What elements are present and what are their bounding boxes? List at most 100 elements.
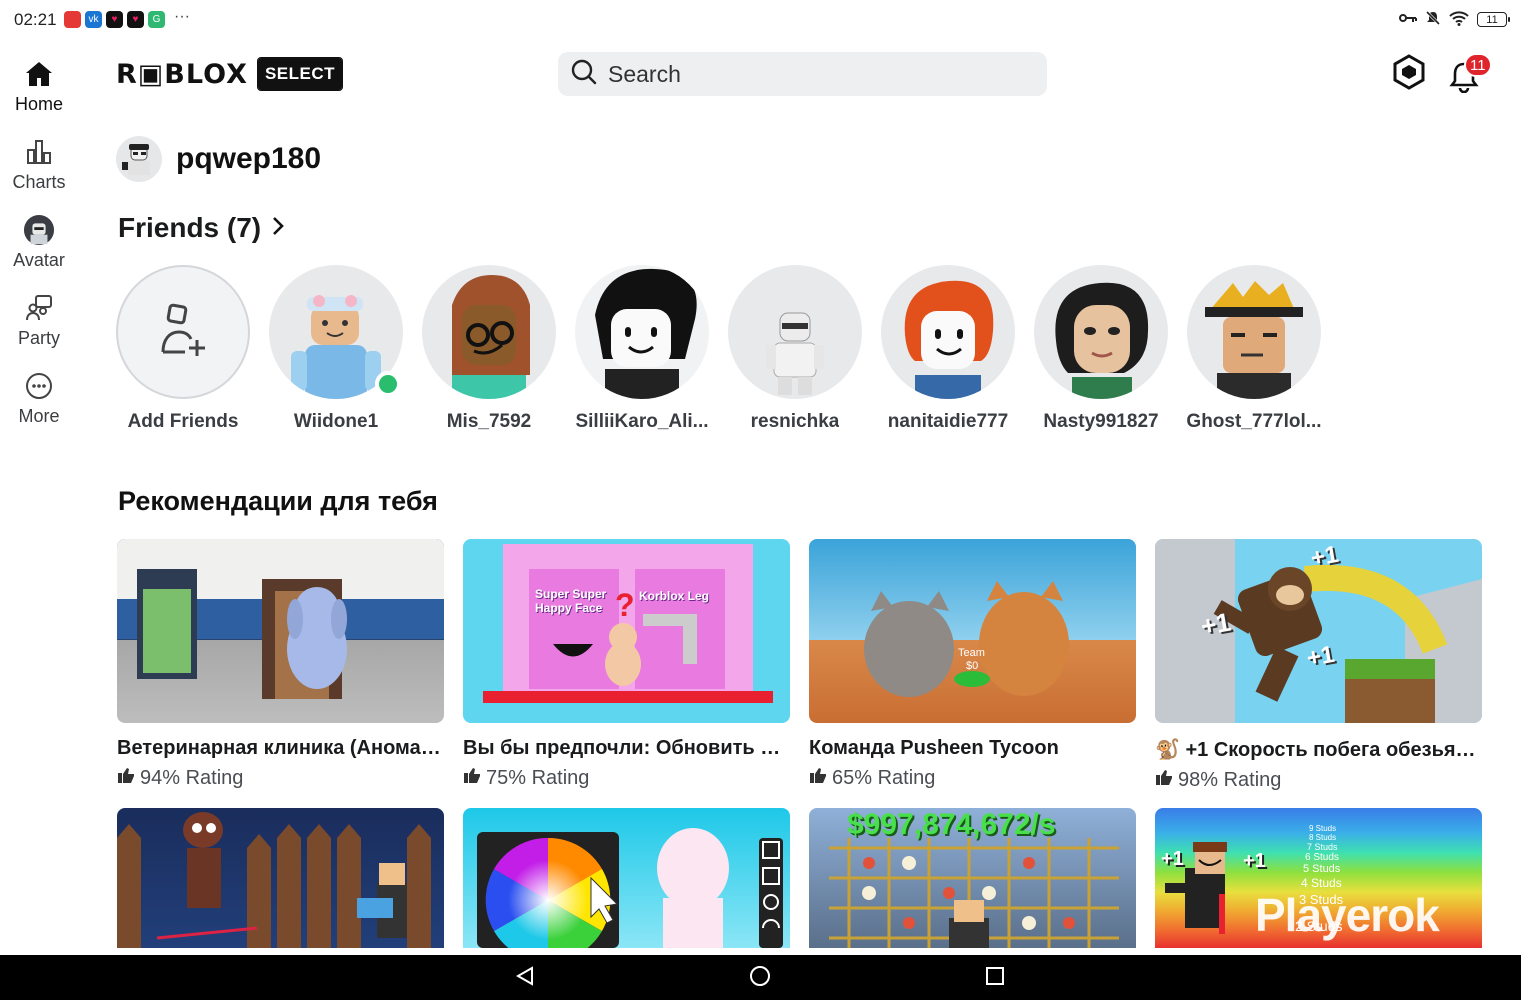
game-card[interactable]: +1 +1 9 Studs 8 Studs 7 Studs 6 Studs 5 … — [1155, 808, 1482, 948]
status-app-icons: vk ♥ ♥ G — [64, 11, 165, 28]
charts-icon — [23, 136, 55, 168]
username: pqwep180 — [176, 142, 322, 175]
g-app-icon: G — [148, 11, 165, 28]
game-card[interactable] — [117, 808, 444, 948]
thumbs-up-icon — [1155, 768, 1173, 792]
friend-item[interactable]: resnichka — [728, 265, 862, 433]
search-input[interactable]: Search — [558, 52, 1047, 96]
friend-avatar — [1187, 265, 1321, 399]
game-card[interactable]: $997,874,672/s — [809, 808, 1136, 948]
online-status-indicator — [375, 371, 401, 397]
friend-item[interactable]: nanitaidie777 — [881, 265, 1015, 433]
sidebar-item-charts[interactable]: Charts — [0, 128, 78, 206]
add-friend-icon — [153, 300, 213, 365]
friend-item[interactable]: Mis_7592 — [422, 265, 556, 433]
thumb-text: +1 — [1304, 640, 1337, 673]
game-thumbnail: $997,874,672/s — [809, 808, 1136, 948]
thumb-text: Team — [958, 647, 985, 659]
thumb-text: 7 Studs — [1307, 842, 1338, 852]
thumb-text: +1 — [1308, 540, 1341, 573]
friend-avatar — [881, 265, 1015, 399]
game-rating: 75% Rating — [463, 766, 790, 790]
more-notifications-icon: ··· — [174, 8, 190, 25]
sidebar-item-more[interactable]: More — [0, 362, 78, 440]
friend-item[interactable]: Wiidone1 — [269, 265, 403, 433]
friend-name: Add Friends — [127, 411, 239, 432]
friend-avatar — [422, 265, 556, 399]
heart-app-icon: ♥ — [106, 11, 123, 28]
key-icon — [1399, 12, 1417, 27]
thumb-text: +1 — [1243, 850, 1266, 872]
game-thumbnail — [117, 808, 444, 948]
battery-indicator: 11 — [1477, 12, 1510, 27]
more-icon — [23, 370, 55, 402]
friend-item[interactable]: Nasty991827 — [1034, 265, 1168, 433]
vk-icon: vk — [85, 11, 102, 28]
friend-name: Ghost_777lol... — [1186, 411, 1322, 432]
status-time: 02:21 — [14, 10, 57, 29]
game-thumbnail: +1 +1 9 Studs 8 Studs 7 Studs 6 Studs 5 … — [1155, 808, 1482, 948]
game-rating: 65% Rating — [809, 766, 1136, 790]
recents-button[interactable] — [980, 963, 1010, 993]
friend-avatar — [575, 265, 709, 399]
sidebar-item-avatar[interactable]: Avatar — [0, 206, 78, 284]
game-card[interactable] — [463, 808, 790, 948]
add-friends-button[interactable]: Add Friends — [116, 265, 250, 433]
game-card[interactable]: Team $0 Команда Pusheen Tycoon 65% Ratin… — [809, 539, 1136, 792]
friend-item[interactable]: Ghost_777lol... — [1186, 265, 1322, 433]
games-grid: Ветеринарная клиника (Аномали... 94% Rat… — [117, 539, 1482, 948]
robux-button[interactable] — [1390, 53, 1428, 95]
friend-name: resnichka — [750, 411, 840, 432]
profile-header[interactable]: pqwep180 — [116, 136, 321, 182]
add-friend-circle — [116, 265, 250, 399]
party-icon — [23, 292, 55, 324]
game-title: Ветеринарная клиника (Аномали... — [117, 737, 444, 759]
recents-square-icon — [984, 965, 1006, 992]
avatar-icon — [23, 214, 55, 246]
app-notification-icon — [64, 11, 81, 28]
friends-carousel: Add Friends Wiidone1 Mis_7592 SilliiKaro… — [116, 265, 1322, 433]
friend-name: Mis_7592 — [446, 411, 532, 432]
select-badge: SELECT — [256, 57, 344, 91]
game-card[interactable]: +1 +1 +1 🐒 +1 Скорость побега обезьяны 9… — [1155, 539, 1482, 792]
game-title: 🐒 +1 Скорость побега обезьяны — [1155, 739, 1482, 761]
game-rating: 94% Rating — [117, 766, 444, 790]
thumb-text: $0 — [966, 660, 979, 672]
playerok-watermark: Playerok — [1255, 889, 1440, 941]
thumb-text: +1 — [1198, 606, 1233, 642]
notifications-button[interactable]: 11 — [1444, 53, 1492, 95]
home-circle-icon — [749, 965, 771, 992]
friend-name: Wiidone1 — [293, 411, 379, 432]
wifi-icon — [1449, 10, 1469, 29]
sidebar-nav: Home Charts Avatar Party More — [0, 50, 78, 440]
logo-text: R▣BLOX — [116, 58, 248, 90]
roblox-logo[interactable]: R▣BLOX SELECT — [116, 57, 344, 91]
thumbs-up-icon — [809, 766, 827, 790]
game-card[interactable]: Super Super Happy Face ? Korblox Leg Вы … — [463, 539, 790, 792]
friend-avatar — [728, 265, 862, 399]
sidebar-item-party[interactable]: Party — [0, 284, 78, 362]
thumb-text: ? — [615, 587, 635, 623]
thumbs-up-icon — [463, 766, 481, 790]
thumb-text: 6 Studs — [1305, 852, 1339, 863]
thumbs-up-icon — [117, 766, 135, 790]
sidebar-item-home[interactable]: Home — [0, 50, 78, 128]
game-thumbnail — [463, 808, 790, 948]
status-bar: 02:21 vk ♥ ♥ G ··· 11 — [0, 0, 1521, 40]
thumb-text: $997,874,672/s — [847, 808, 1056, 841]
game-title: Вы бы предпочли: Обновить баш... — [463, 737, 790, 759]
mute-icon — [1425, 10, 1441, 29]
thumb-text: Korblox Leg — [639, 589, 710, 603]
game-card[interactable]: Ветеринарная клиника (Аномали... 94% Rat… — [117, 539, 444, 792]
game-rating: 98% Rating — [1155, 768, 1482, 792]
heart-app-icon-2: ♥ — [127, 11, 144, 28]
robux-icon — [1392, 53, 1426, 95]
friends-section-link[interactable]: Friends (7) — [118, 212, 287, 244]
game-thumbnail: +1 +1 +1 — [1155, 539, 1482, 723]
friend-item[interactable]: SilliiKaro_Ali... — [575, 265, 709, 433]
home-system-button[interactable] — [745, 963, 775, 993]
back-button[interactable] — [510, 963, 540, 993]
search-icon — [570, 58, 598, 91]
thumb-text: +1 — [1161, 848, 1184, 870]
back-icon — [514, 965, 536, 992]
